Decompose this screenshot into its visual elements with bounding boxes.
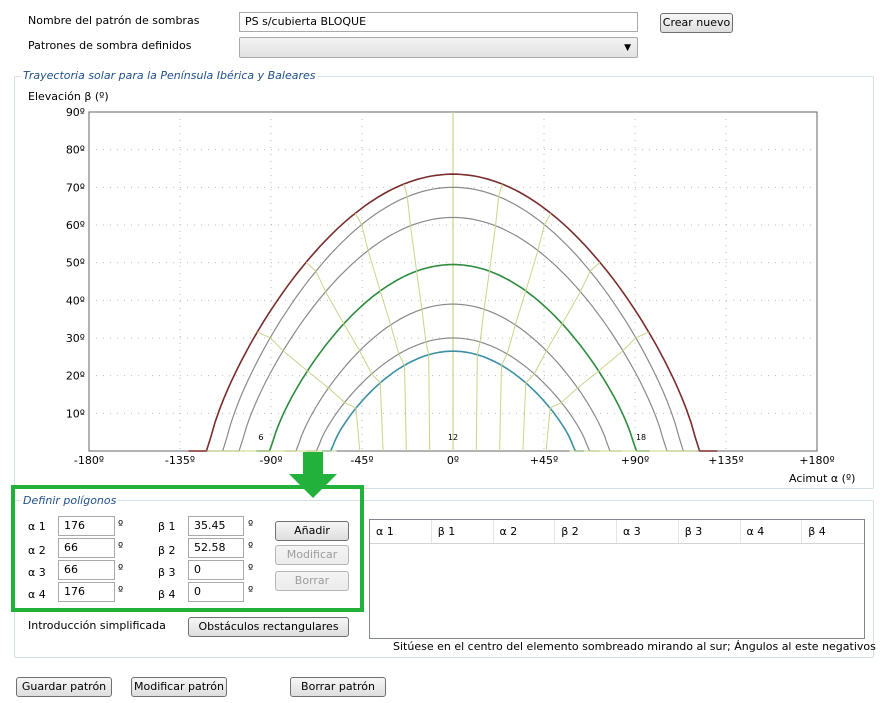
table-header-alpha1[interactable]: α 1 [370,520,432,543]
rectangular-obstacles-button[interactable]: Obstáculos rectangulares [188,617,349,637]
beta-1-input[interactable]: 35.45 [188,516,244,536]
hour-label: 6 [258,433,263,442]
beta-2-input[interactable]: 52.58 [188,538,244,558]
y-tick-label: 70º [66,181,85,194]
alpha-3-label: α 3 [28,566,46,579]
table-header-beta2[interactable]: β 2 [555,520,617,543]
beta-2-label: β 2 [158,544,176,557]
beta-3-input[interactable]: 0 [188,560,244,580]
save-pattern-button[interactable]: Guardar patrón [16,677,112,697]
table-header-beta4[interactable]: β 4 [802,520,864,543]
x-tick-label: +180º [799,454,834,467]
y-tick-label: 10º [66,407,85,420]
orientation-hint: Sitúese en el centro del elemento sombre… [393,640,876,653]
y-tick-label: 80º [66,144,85,157]
hour-label: 18 [636,433,646,442]
hour-label: 12 [448,433,458,442]
beta-2-unit: º [248,540,254,553]
modify-button[interactable]: Modificar [275,545,349,565]
alpha-4-input[interactable]: 176 [58,582,115,602]
table-header-alpha3[interactable]: α 3 [617,520,679,543]
x-tick-label: -90º [259,454,282,467]
alpha-4-label: α 4 [28,588,46,601]
alpha-3-input[interactable]: 66 [58,560,115,580]
x-tick-label: +45º [530,454,558,467]
alpha-1-label: α 1 [28,520,46,533]
beta-1-label: β 1 [158,520,176,533]
polygons-table[interactable]: α 1 β 1 α 2 β 2 α 3 β 3 α 4 β 4 [369,519,865,639]
y-tick-label: 20º [66,370,85,383]
x-tick-label: -45º [350,454,373,467]
beta-4-label: β 4 [158,588,176,601]
simplified-input-label: Introducción simplificada [28,619,166,632]
table-header-beta1[interactable]: β 1 [432,520,494,543]
beta-3-unit: º [248,562,254,575]
x-tick-label: 0º [447,454,459,467]
down-arrow-icon [289,452,337,498]
alpha-1-input[interactable]: 176 [58,516,115,536]
delete-pattern-button[interactable]: Borrar patrón [290,677,386,697]
alpha-2-label: α 2 [28,544,46,557]
table-header-beta3[interactable]: β 3 [679,520,741,543]
beta-3-label: β 3 [158,566,176,579]
delete-button[interactable]: Borrar [275,571,349,591]
x-tick-label: +135º [708,454,743,467]
table-header-alpha4[interactable]: α 4 [741,520,803,543]
polygons-table-header: α 1 β 1 α 2 β 2 α 3 β 3 α 4 β 4 [370,520,864,544]
alpha-2-input[interactable]: 66 [58,538,115,558]
alpha-1-unit: º [118,518,124,531]
alpha-4-unit: º [118,584,124,597]
x-tick-label: -135º [165,454,195,467]
add-button[interactable]: Añadir [275,521,349,541]
modify-pattern-button[interactable]: Modificar patrón [131,677,227,697]
y-tick-label: 90º [66,106,85,119]
alpha-2-unit: º [118,540,124,553]
alpha-3-unit: º [118,562,124,575]
x-tick-label: +90º [621,454,649,467]
table-header-alpha2[interactable]: α 2 [494,520,556,543]
y-tick-label: 30º [66,332,85,345]
x-tick-label: -180º [74,454,104,467]
beta-1-unit: º [248,518,254,531]
y-tick-label: 60º [66,219,85,232]
sun-path-chart: 10º20º30º40º50º60º70º80º90º-180º -135º -90… [66,106,835,467]
beta-4-input[interactable]: 0 [188,582,244,602]
y-tick-label: 50º [66,257,85,270]
y-tick-label: 40º [66,294,85,307]
beta-4-unit: º [248,584,254,597]
